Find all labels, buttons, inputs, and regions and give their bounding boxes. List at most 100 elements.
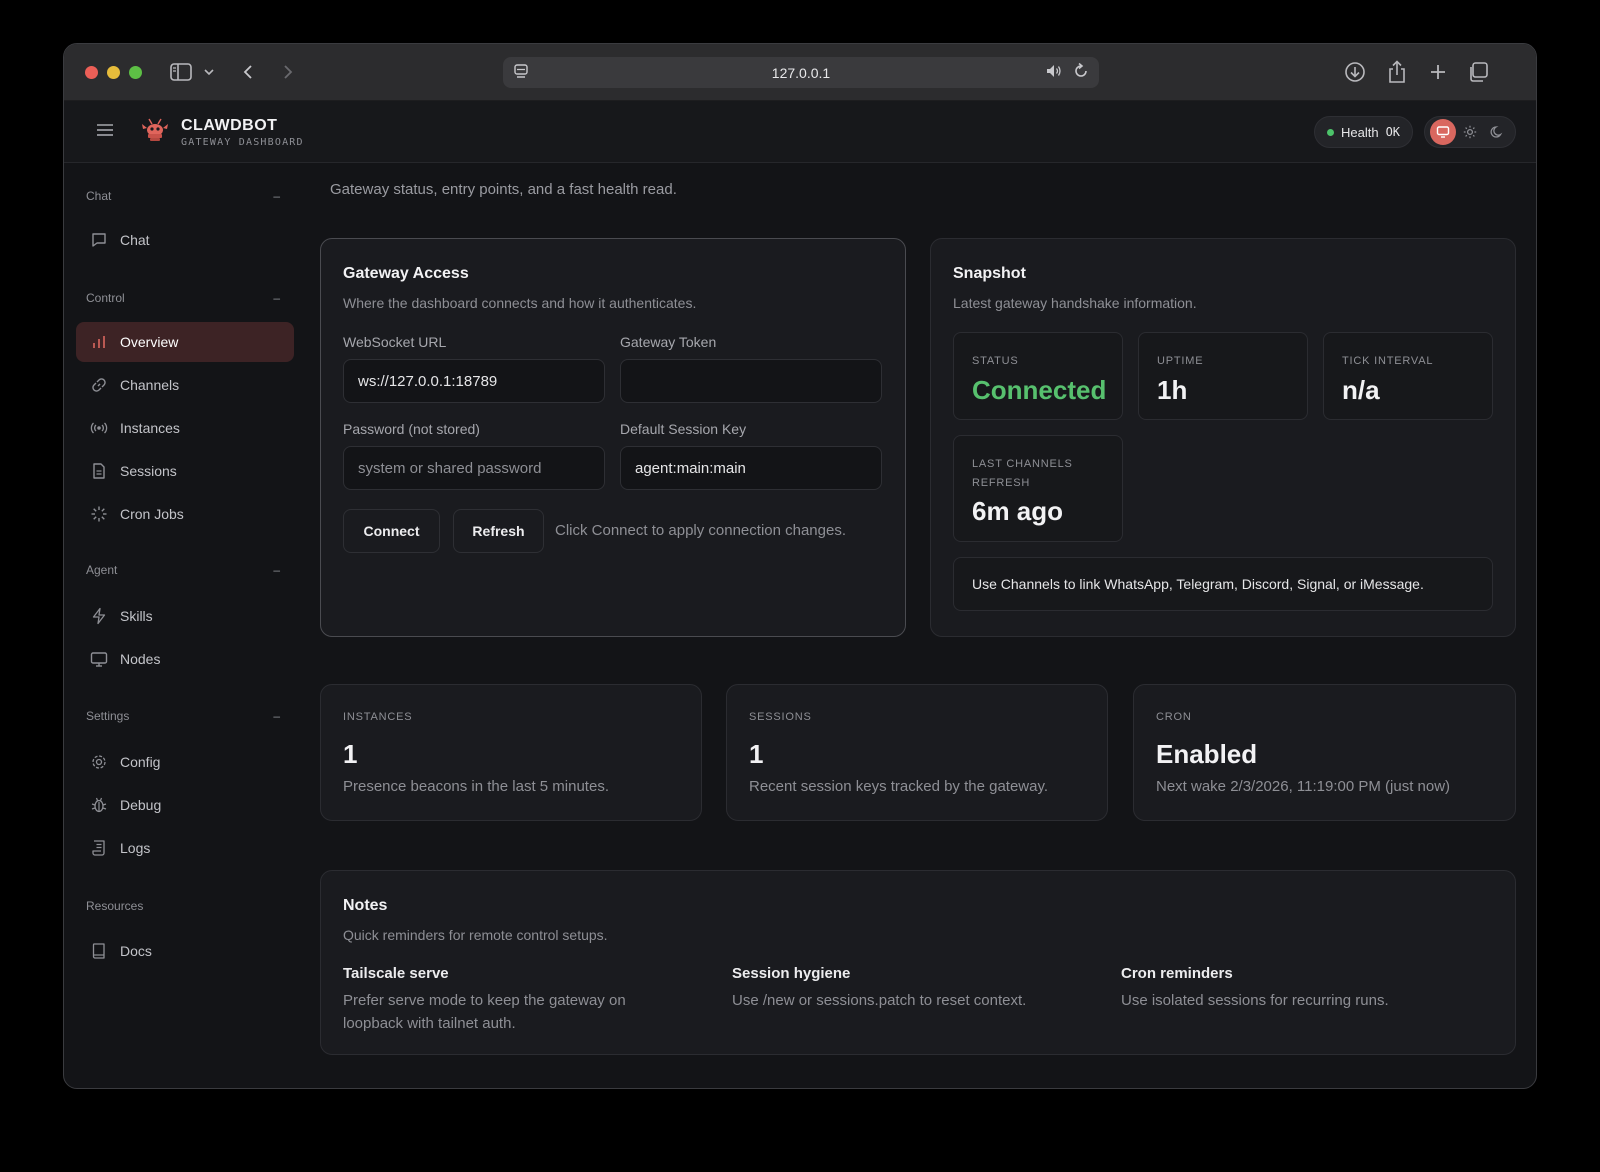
speaker-icon[interactable] (1045, 62, 1063, 83)
download-icon[interactable] (1343, 58, 1367, 86)
sidebar-item-label: Instances (120, 420, 180, 436)
card-subtitle: Quick reminders for remote control setup… (343, 927, 608, 943)
stat-label: TICK INTERVAL (1342, 355, 1434, 367)
card-subtitle: Where the dashboard connects and how it … (343, 295, 697, 311)
refresh-button[interactable]: Refresh (453, 509, 544, 553)
session-key-label: Default Session Key (620, 421, 747, 437)
password-input[interactable] (343, 446, 605, 490)
sidebar-item-label: Cron Jobs (120, 506, 184, 522)
stat-label: LAST CHANNELS REFRESH (972, 458, 1073, 489)
gear-icon (92, 755, 106, 769)
stat-last-channels-refresh: LAST CHANNELS REFRESH 6m ago (953, 435, 1123, 542)
monitor-icon (90, 652, 108, 667)
theme-system-button[interactable] (1429, 119, 1456, 145)
metric-card-cron: CRON Enabled Next wake 2/3/2026, 11:19:0… (1133, 684, 1516, 821)
metric-label: SESSIONS (749, 711, 812, 723)
sidebar-item-cron-jobs[interactable]: Cron Jobs (76, 494, 294, 534)
sidebar-item-skills[interactable]: Skills (76, 596, 294, 636)
sidebar-item-label: Channels (120, 377, 180, 393)
sidebar-item-label: Overview (120, 334, 179, 350)
gateway-access-card: Gateway Access Where the dashboard conne… (320, 238, 906, 637)
nav-group-settings[interactable]: Settings – (86, 709, 280, 723)
sun-icon (1463, 125, 1477, 139)
file-icon (93, 463, 105, 479)
sidebar-item-sessions[interactable]: Sessions (76, 451, 294, 491)
sidebar-toggle-icon[interactable] (168, 58, 194, 86)
websocket-url-label: WebSocket URL (343, 334, 447, 350)
link-icon (92, 378, 106, 392)
book-icon (92, 943, 105, 959)
stat-value: 1h (1157, 375, 1188, 405)
loader-icon (91, 506, 107, 522)
radio-icon (90, 422, 108, 434)
metric-card-instances: INSTANCES 1 Presence beacons in the last… (320, 684, 702, 821)
stat-tick-interval: TICK INTERVAL n/a (1323, 332, 1493, 420)
nav-group-control[interactable]: Control – (86, 291, 280, 305)
new-tab-icon[interactable] (1426, 58, 1450, 86)
nav-group-label: Resources (86, 899, 144, 913)
address-bar[interactable]: 127.0.0.1 (503, 57, 1099, 88)
stat-uptime: UPTIME 1h (1138, 332, 1308, 420)
sidebar-item-label: Debug (120, 797, 162, 813)
tab-overview-icon[interactable] (1466, 58, 1490, 86)
metric-label: INSTANCES (343, 711, 413, 723)
card-title: Notes (343, 897, 388, 914)
zoom-window-button[interactable] (129, 66, 142, 79)
theme-dark-button[interactable] (1484, 119, 1510, 145)
sidebar-item-docs[interactable]: Docs (76, 931, 294, 971)
nav-group-chat[interactable]: Chat – (86, 189, 280, 203)
sidebar-item-nodes[interactable]: Nodes (76, 639, 294, 679)
share-icon[interactable] (1385, 58, 1409, 86)
health-badge: Health OK (1314, 116, 1414, 148)
gateway-token-input[interactable] (620, 359, 882, 403)
sidebar-item-chat[interactable]: Chat (76, 220, 294, 260)
note-title: Cron reminders (1121, 965, 1233, 982)
notes-card: Notes Quick reminders for remote control… (320, 870, 1516, 1055)
scroll-icon (92, 840, 105, 856)
stat-label: STATUS (972, 355, 1019, 367)
chat-bubble-icon (92, 233, 106, 247)
minimize-window-button[interactable] (107, 66, 120, 79)
collapse-icon[interactable]: – (273, 291, 280, 305)
bug-icon (91, 797, 107, 813)
sidebar-item-label: Skills (120, 608, 153, 624)
sidebar-item-instances[interactable]: Instances (76, 408, 294, 448)
stat-status: STATUS Connected (953, 332, 1123, 420)
sidebar-item-config[interactable]: Config (76, 742, 294, 782)
sidebar-item-logs[interactable]: Logs (76, 828, 294, 868)
sidebar-item-debug[interactable]: Debug (76, 785, 294, 825)
collapse-icon[interactable]: – (273, 189, 280, 203)
health-status: OK (1385, 125, 1401, 139)
metric-value: 1 (343, 739, 358, 769)
connect-hint: Click Connect to apply connection change… (555, 522, 847, 539)
metric-value: Enabled (1156, 739, 1258, 769)
nav-group-label: Control (86, 291, 125, 305)
websocket-url-input[interactable] (343, 359, 605, 403)
session-key-input[interactable] (620, 446, 882, 490)
health-label: Health (1341, 124, 1379, 140)
nav-group-agent[interactable]: Agent – (86, 563, 280, 577)
sidebar-item-channels[interactable]: Channels (76, 365, 294, 405)
theme-light-button[interactable] (1457, 119, 1483, 145)
card-subtitle: Latest gateway handshake information. (953, 295, 1197, 311)
browser-window: 127.0.0.1 CLAWDBOT GATEWAY DASHBOARD Hea… (63, 43, 1537, 1089)
metric-description: Recent session keys tracked by the gatew… (749, 778, 1049, 795)
chevron-down-icon[interactable] (202, 58, 216, 86)
back-arrow-icon[interactable] (238, 58, 258, 86)
reload-icon[interactable] (1073, 62, 1089, 83)
menu-icon[interactable] (96, 122, 114, 143)
sidebar-item-overview[interactable]: Overview (76, 322, 294, 362)
metric-label: CRON (1156, 711, 1192, 723)
stat-value: Connected (972, 375, 1107, 405)
sidebar-item-label: Sessions (120, 463, 177, 479)
connect-button[interactable]: Connect (343, 509, 440, 553)
close-window-button[interactable] (85, 66, 98, 79)
forward-arrow-icon[interactable] (278, 58, 298, 86)
sidebar-item-label: Logs (120, 840, 151, 856)
stat-label: UPTIME (1157, 355, 1204, 367)
page-settings-icon[interactable] (513, 63, 529, 84)
collapse-icon[interactable]: – (273, 709, 280, 723)
collapse-icon[interactable]: – (273, 563, 280, 577)
note-text: Prefer serve mode to keep the gateway on… (343, 992, 626, 1032)
metric-description: Next wake 2/3/2026, 11:19:00 PM (just no… (1156, 778, 1451, 795)
